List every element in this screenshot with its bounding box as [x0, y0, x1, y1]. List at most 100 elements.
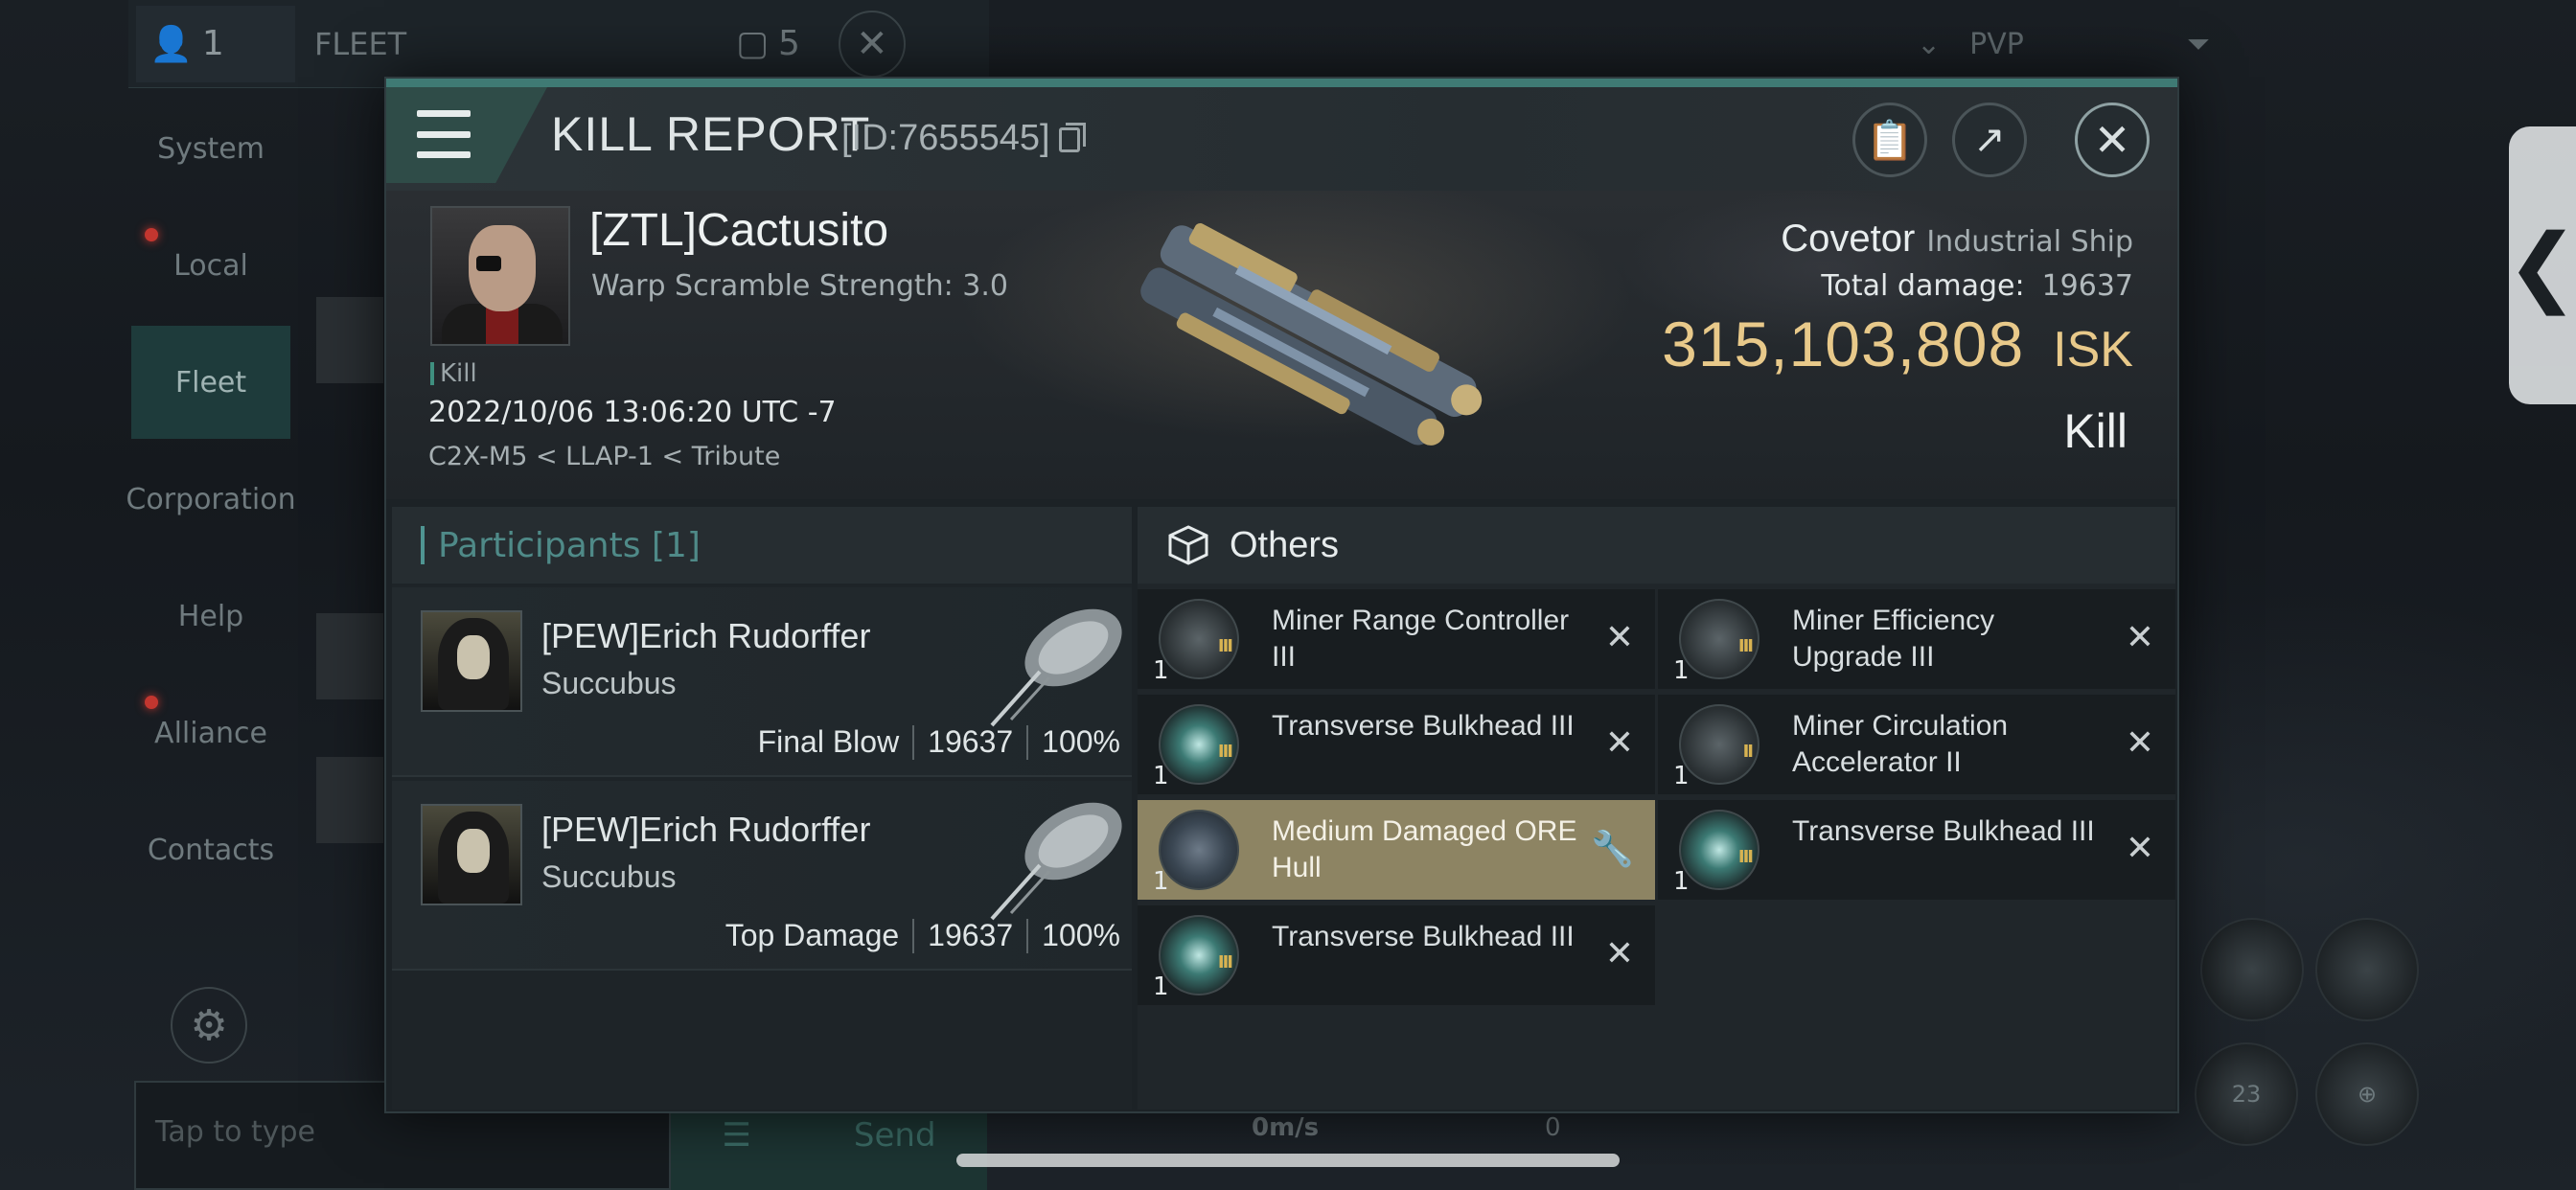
participant-ship: Succubus — [541, 666, 677, 700]
module-slot[interactable] — [2315, 918, 2419, 1021]
bulkhead-icon: III — [1159, 915, 1239, 995]
channel-local[interactable]: Local — [131, 209, 290, 322]
victim-ship[interactable]: Covetor Industrial Ship — [1781, 217, 2133, 261]
list-icon[interactable]: ☰ — [722, 1116, 750, 1155]
items-panel: Others III 1 Miner Range Controller III … — [1138, 507, 2175, 1110]
item-quantity: 1 — [1673, 762, 1690, 790]
module-slot[interactable]: 23 — [2195, 1042, 2298, 1146]
kill-location: C2X-M5 < LLAP-1 < Tribute — [428, 442, 781, 471]
channel-help[interactable]: Help — [131, 560, 290, 673]
kill-timestamp: 2022/10/06 13:06:20 UTC -7 — [428, 396, 837, 429]
pvp-filter[interactable]: PVP — [1969, 28, 2024, 61]
item-name: Miner Efficiency Upgrade III — [1792, 605, 1995, 673]
speed-readout: 0m/s — [1252, 1113, 1320, 1142]
participant-role: Final Blow — [757, 724, 900, 759]
close-icon: ✕ — [2093, 114, 2131, 166]
modal-accent-line — [386, 79, 2177, 87]
ship-name: Covetor — [1781, 217, 1916, 260]
channel-system[interactable]: System — [131, 92, 290, 205]
modal-title: KILL REPORT — [551, 107, 871, 161]
participants-header: Participants [1] — [392, 507, 1132, 584]
item-quantity: 1 — [1673, 867, 1690, 896]
participant-portrait[interactable] — [421, 804, 522, 905]
destroyed-x-icon: ✕ — [2125, 829, 2154, 868]
item-row-dropped[interactable]: 1 Medium Damaged ORE Hull 🔧 — [1138, 800, 1655, 900]
item-row[interactable]: II 1 Miner Circulation Accelerator II ✕ — [1658, 695, 2175, 794]
item-name: Miner Circulation Accelerator II — [1792, 710, 2009, 778]
kill-report-modal: KILL REPORT [ID:7655545] 📋 ↗ ✕ [ZTL]Cact… — [384, 77, 2179, 1113]
send-button[interactable]: Send — [854, 1116, 936, 1155]
channel-corporation[interactable]: Corporation — [126, 443, 295, 556]
participant-ship: Succubus — [541, 859, 677, 894]
victim-portrait[interactable] — [430, 206, 570, 346]
item-row[interactable]: III 1 Miner Efficiency Upgrade III ✕ — [1658, 589, 2175, 689]
filter-bar: ⌄ PVP ⏷ — [1917, 19, 2210, 69]
side-panel-toggle[interactable]: ❮ — [2506, 126, 2576, 404]
add-module-slot[interactable]: ⊕ — [2315, 1042, 2419, 1146]
item-name: Medium Damaged ORE Hull — [1272, 815, 1577, 883]
speed-extra-readout: 0 — [1545, 1113, 1561, 1142]
participant-stats: Top Damage 19637 100% — [725, 918, 1120, 953]
module-slot[interactable] — [2200, 918, 2304, 1021]
kill-tag: Kill — [430, 359, 477, 388]
participant-row[interactable]: [PEW]Erich Rudorffer Succubus Top Damage… — [392, 781, 1132, 971]
participant-row[interactable]: [PEW]Erich Rudorffer Succubus Final Blow… — [392, 587, 1132, 777]
filter-icon[interactable]: ⏷ — [2187, 28, 2210, 61]
item-name: Miner Range Controller III — [1272, 605, 1570, 673]
destroyed-x-icon: ✕ — [2125, 618, 2154, 657]
ship-class: Industrial Ship — [1926, 225, 2133, 259]
alert-dot-icon — [145, 696, 158, 709]
member-count-box[interactable]: 👤 1 — [136, 5, 295, 82]
settings-gear-icon[interactable]: ⚙ — [171, 987, 247, 1064]
miner-module-icon: II — [1679, 704, 1760, 785]
participant-portrait[interactable] — [421, 610, 522, 712]
item-row[interactable]: III 1 Transverse Bulkhead III ✕ — [1138, 695, 1655, 794]
destroyed-x-icon: ✕ — [2125, 723, 2154, 763]
item-row[interactable]: III 1 Transverse Bulkhead III ✕ — [1658, 800, 2175, 900]
item-quantity: 1 — [1153, 973, 1169, 1001]
plus-icon: ⊕ — [2357, 1081, 2378, 1108]
total-damage-value: 19637 — [2041, 269, 2133, 303]
hamburger-menu-icon[interactable] — [417, 110, 471, 158]
member-count: 1 — [201, 24, 224, 63]
fleet-channel-tab[interactable]: FLEET — [314, 26, 736, 62]
share-button[interactable]: ↗ — [1952, 103, 2027, 177]
item-row[interactable]: III 1 Miner Range Controller III ✕ — [1138, 589, 1655, 689]
destroyed-x-icon: ✕ — [1604, 723, 1634, 763]
copy-icon[interactable] — [1059, 123, 1086, 152]
item-quantity: 1 — [1153, 656, 1169, 685]
modal-header: KILL REPORT [ID:7655545] 📋 ↗ ✕ — [386, 87, 2177, 191]
channel-fleet[interactable]: Fleet — [131, 326, 290, 439]
ore-hull-icon — [1159, 810, 1239, 890]
clipboard-button[interactable]: 📋 — [1852, 103, 1927, 177]
chat-avatar — [316, 757, 383, 843]
bulkhead-icon: III — [1159, 704, 1239, 785]
miner-module-icon: III — [1159, 599, 1239, 679]
bulkhead-icon: III — [1679, 810, 1760, 890]
share-icon: ↗ — [1973, 118, 2006, 162]
members-count[interactable]: ▢ 5 — [736, 24, 800, 63]
participants-panel: Participants [1] [PEW]Erich Rudorffer Su… — [392, 507, 1132, 1110]
home-indicator[interactable] — [956, 1154, 1620, 1167]
warp-scramble-strength: Warp Scramble Strength: 3.0 — [591, 269, 1009, 303]
chat-avatar — [316, 297, 383, 383]
channel-contacts[interactable]: Contacts — [131, 793, 290, 906]
participant-role: Top Damage — [724, 918, 900, 952]
item-row[interactable]: III 1 Transverse Bulkhead III ✕ — [1138, 905, 1655, 1005]
items-header: Others — [1138, 507, 2175, 584]
kill-id: [ID:7655545] — [841, 118, 1050, 158]
chat-close-button[interactable]: ✕ — [838, 10, 906, 78]
item-quantity: 1 — [1673, 656, 1690, 685]
clipboard-icon: 📋 — [1866, 118, 1914, 163]
chevron-down-icon[interactable]: ⌄ — [1917, 28, 1941, 61]
close-button[interactable]: ✕ — [2075, 103, 2150, 177]
destroyed-x-icon: ✕ — [1604, 934, 1634, 973]
victim-name[interactable]: [ZTL]Cactusito — [589, 204, 888, 257]
alert-dot-icon — [145, 228, 158, 241]
isk-value: 315,103,808 ISK — [1662, 308, 2133, 380]
victim-ship-image[interactable] — [1095, 210, 1517, 478]
participant-stats: Final Blow 19637 100% — [758, 724, 1120, 760]
channel-alliance[interactable]: Alliance — [131, 676, 290, 790]
item-name: Transverse Bulkhead III — [1792, 815, 2095, 847]
destroyed-x-icon: ✕ — [1604, 618, 1634, 657]
